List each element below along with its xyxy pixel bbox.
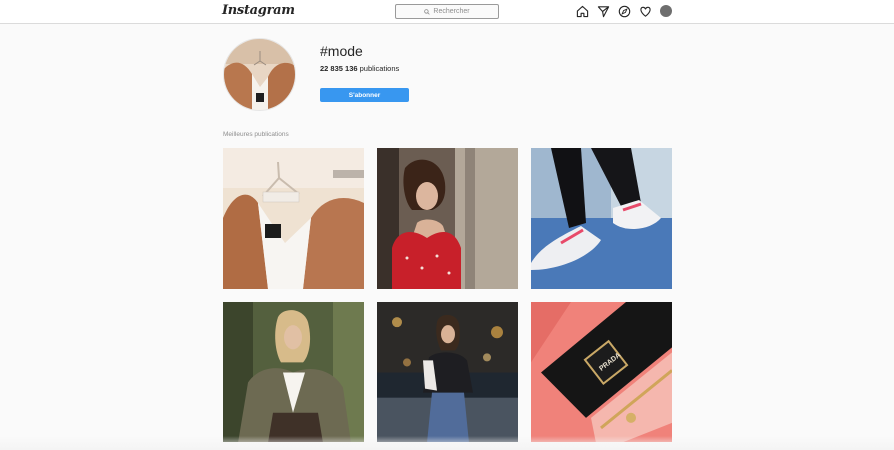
post-sneakers[interactable] [531,148,672,289]
post-woman-city-night[interactable] [377,302,518,442]
hashtag-profile-picture [223,38,296,111]
post-prada-bag[interactable]: PRADA [531,302,672,442]
activity-icon[interactable] [639,5,652,18]
bottom-fade [0,436,894,450]
explore-icon[interactable] [618,5,631,18]
publication-count-value: 22 835 136 [320,64,358,73]
search-icon [424,8,431,15]
direct-icon[interactable] [597,5,610,18]
profile-avatar[interactable] [660,5,672,17]
publication-count-label: publications [359,64,400,73]
post-woman-green-blazer[interactable] [223,302,364,442]
instagram-logo[interactable]: Instagram [222,3,295,18]
post-coat-on-hanger[interactable] [223,148,364,289]
publication-count: 22 835 136 publications [320,64,399,73]
hashtag-title: #mode [320,43,363,59]
search-placeholder: Rechercher [433,8,470,15]
home-icon[interactable] [576,5,589,18]
follow-button[interactable]: S'abonner [320,88,409,102]
search-box[interactable]: Rechercher [395,4,499,19]
top-navigation-bar: Instagram Rechercher [0,0,894,24]
top-posts-heading: Meilleures publications [223,131,289,138]
post-woman-red-top[interactable] [377,148,518,289]
